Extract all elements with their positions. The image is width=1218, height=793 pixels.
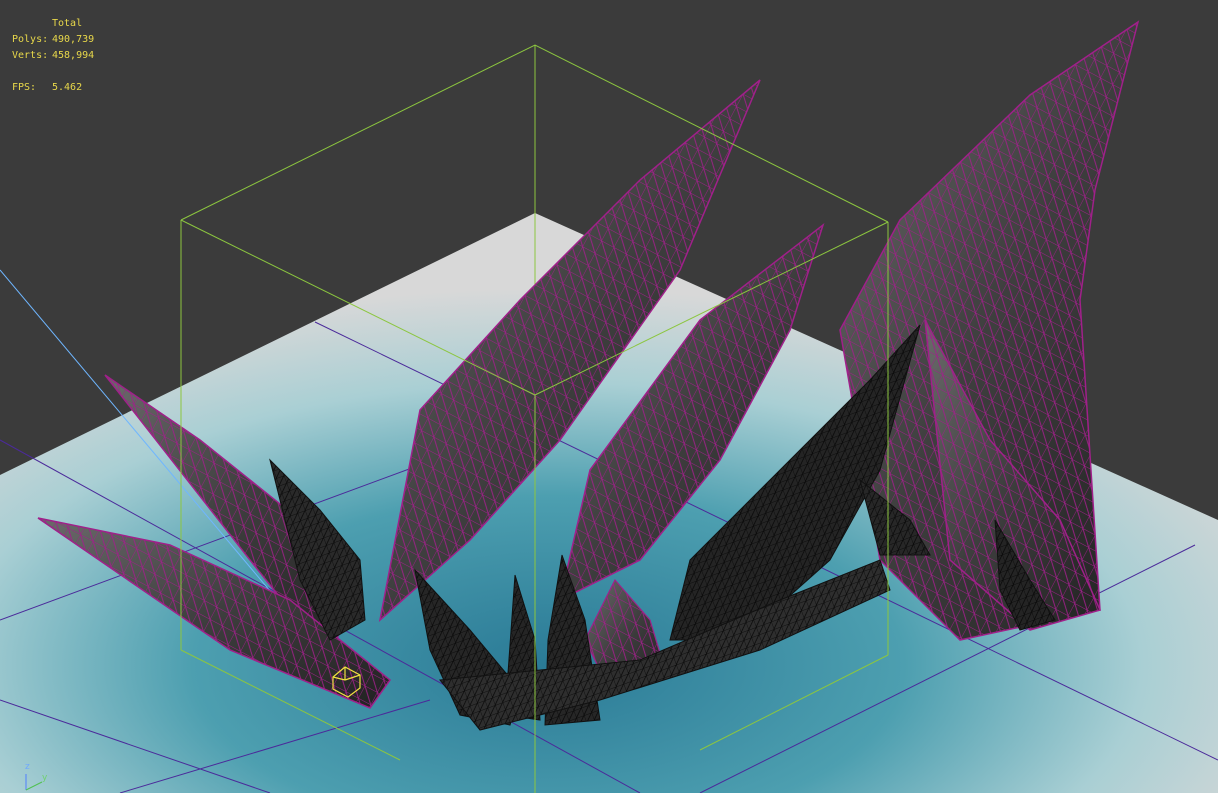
axis-y-label: y [42,773,48,783]
fps-label: FPS: [12,82,37,93]
polys-label: Polys: [12,34,49,45]
verts-row: Verts: 458,994 [12,48,94,64]
scene-canvas[interactable] [0,0,1218,793]
axis-z-label: z [25,762,30,772]
fps-value: 5.462 [52,82,83,93]
polys-value: 490,739 [52,34,95,45]
verts-value: 458,994 [52,50,95,61]
verts-label: Verts: [12,50,49,61]
fps-row: FPS: 5.462 [12,80,94,96]
3d-viewport[interactable]: Total Polys: 490,739 Verts: 458,994 FPS: 5.… [0,0,1218,793]
stats-header: Total [52,18,83,29]
axis-tripod: z y [20,760,60,793]
polys-row: Polys: 490,739 [12,32,94,48]
viewport-statistics: Total Polys: 490,739 Verts: 458,994 FPS: 5.… [12,16,94,96]
